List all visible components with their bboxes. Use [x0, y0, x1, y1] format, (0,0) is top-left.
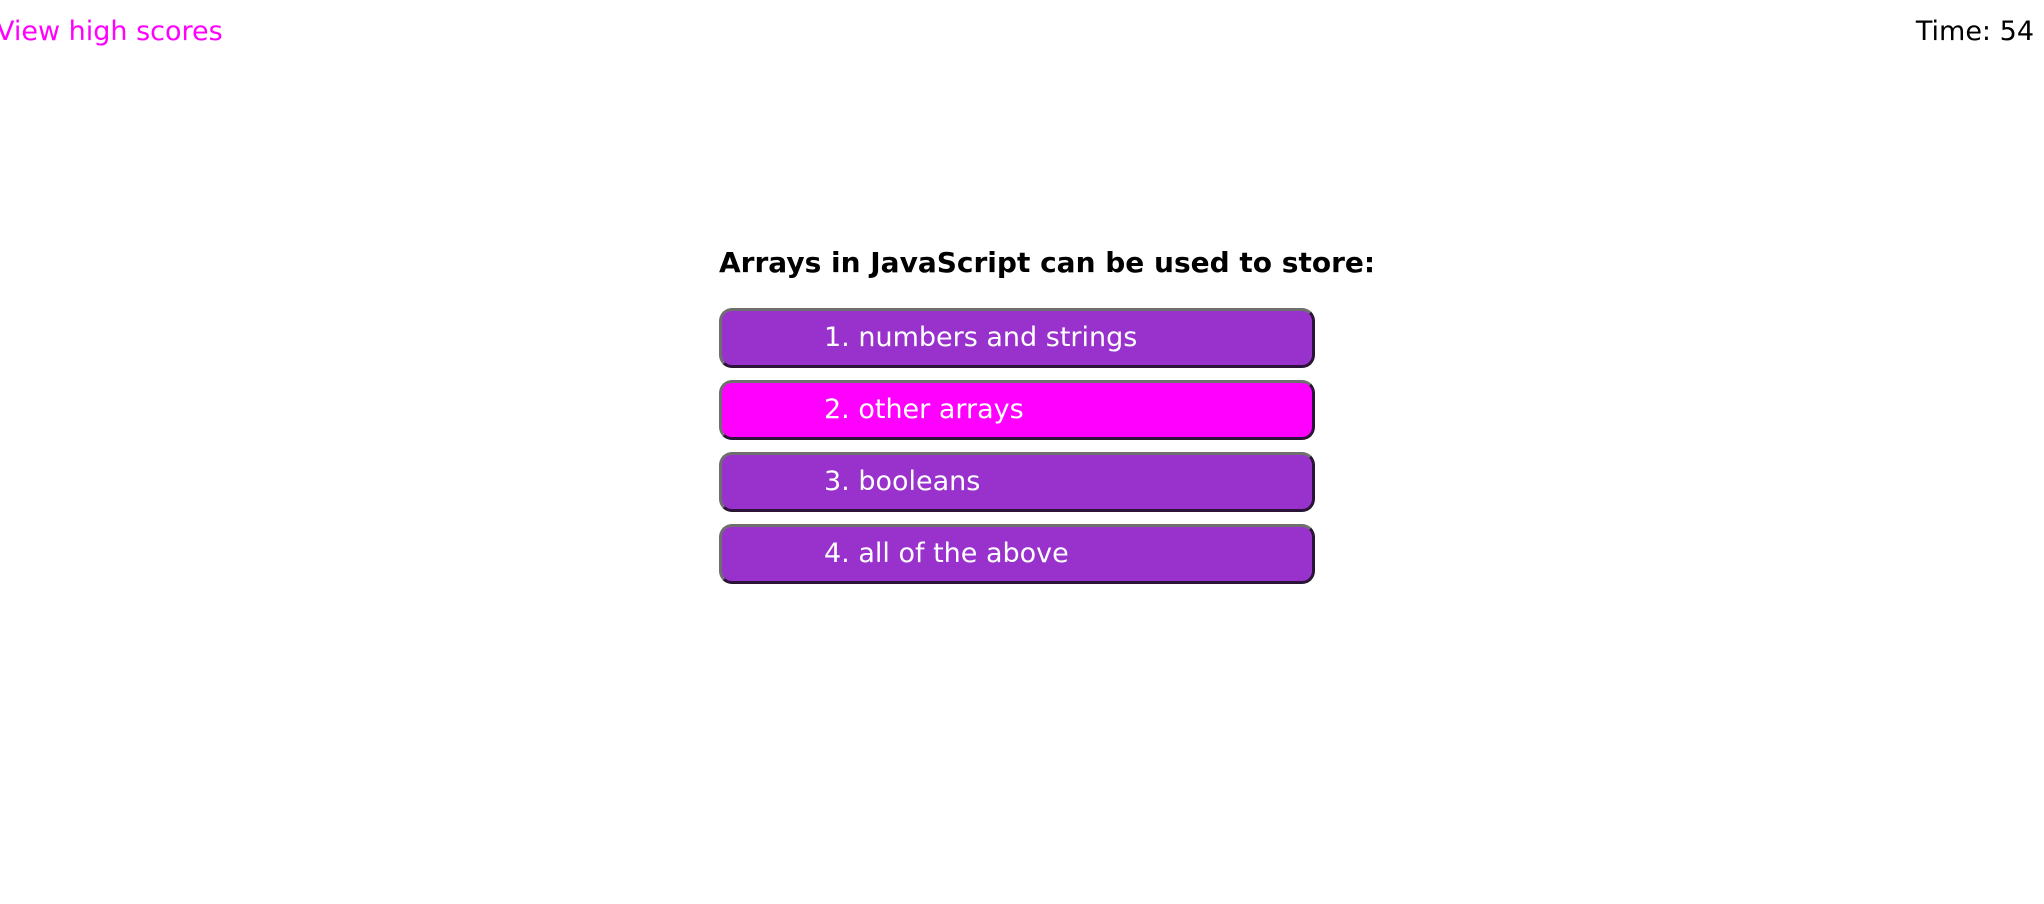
answer-button-1[interactable]: 1. numbers and strings	[719, 308, 1315, 368]
quiz-card: Arrays in JavaScript can be used to stor…	[719, 244, 1376, 596]
answer-choice-item: 2. other arrays	[719, 380, 1317, 440]
answer-choice-item: 4. all of the above	[719, 524, 1317, 584]
answer-button-4[interactable]: 4. all of the above	[719, 524, 1315, 584]
question-title: Arrays in JavaScript can be used to stor…	[719, 246, 1376, 279]
timer: Time: 54	[1916, 14, 2034, 50]
answer-choice-item: 3. booleans	[719, 452, 1317, 512]
answer-button-3[interactable]: 3. booleans	[719, 452, 1315, 512]
timer-label: Time:	[1915, 16, 1992, 47]
view-high-scores-link[interactable]: View high scores	[0, 14, 223, 50]
answer-button-2[interactable]: 2. other arrays	[719, 380, 1315, 440]
answer-choices: 1. numbers and strings 2. other arrays 3…	[719, 308, 1317, 584]
timer-value: 54	[1999, 16, 2034, 47]
answer-choice-item: 1. numbers and strings	[719, 308, 1317, 368]
